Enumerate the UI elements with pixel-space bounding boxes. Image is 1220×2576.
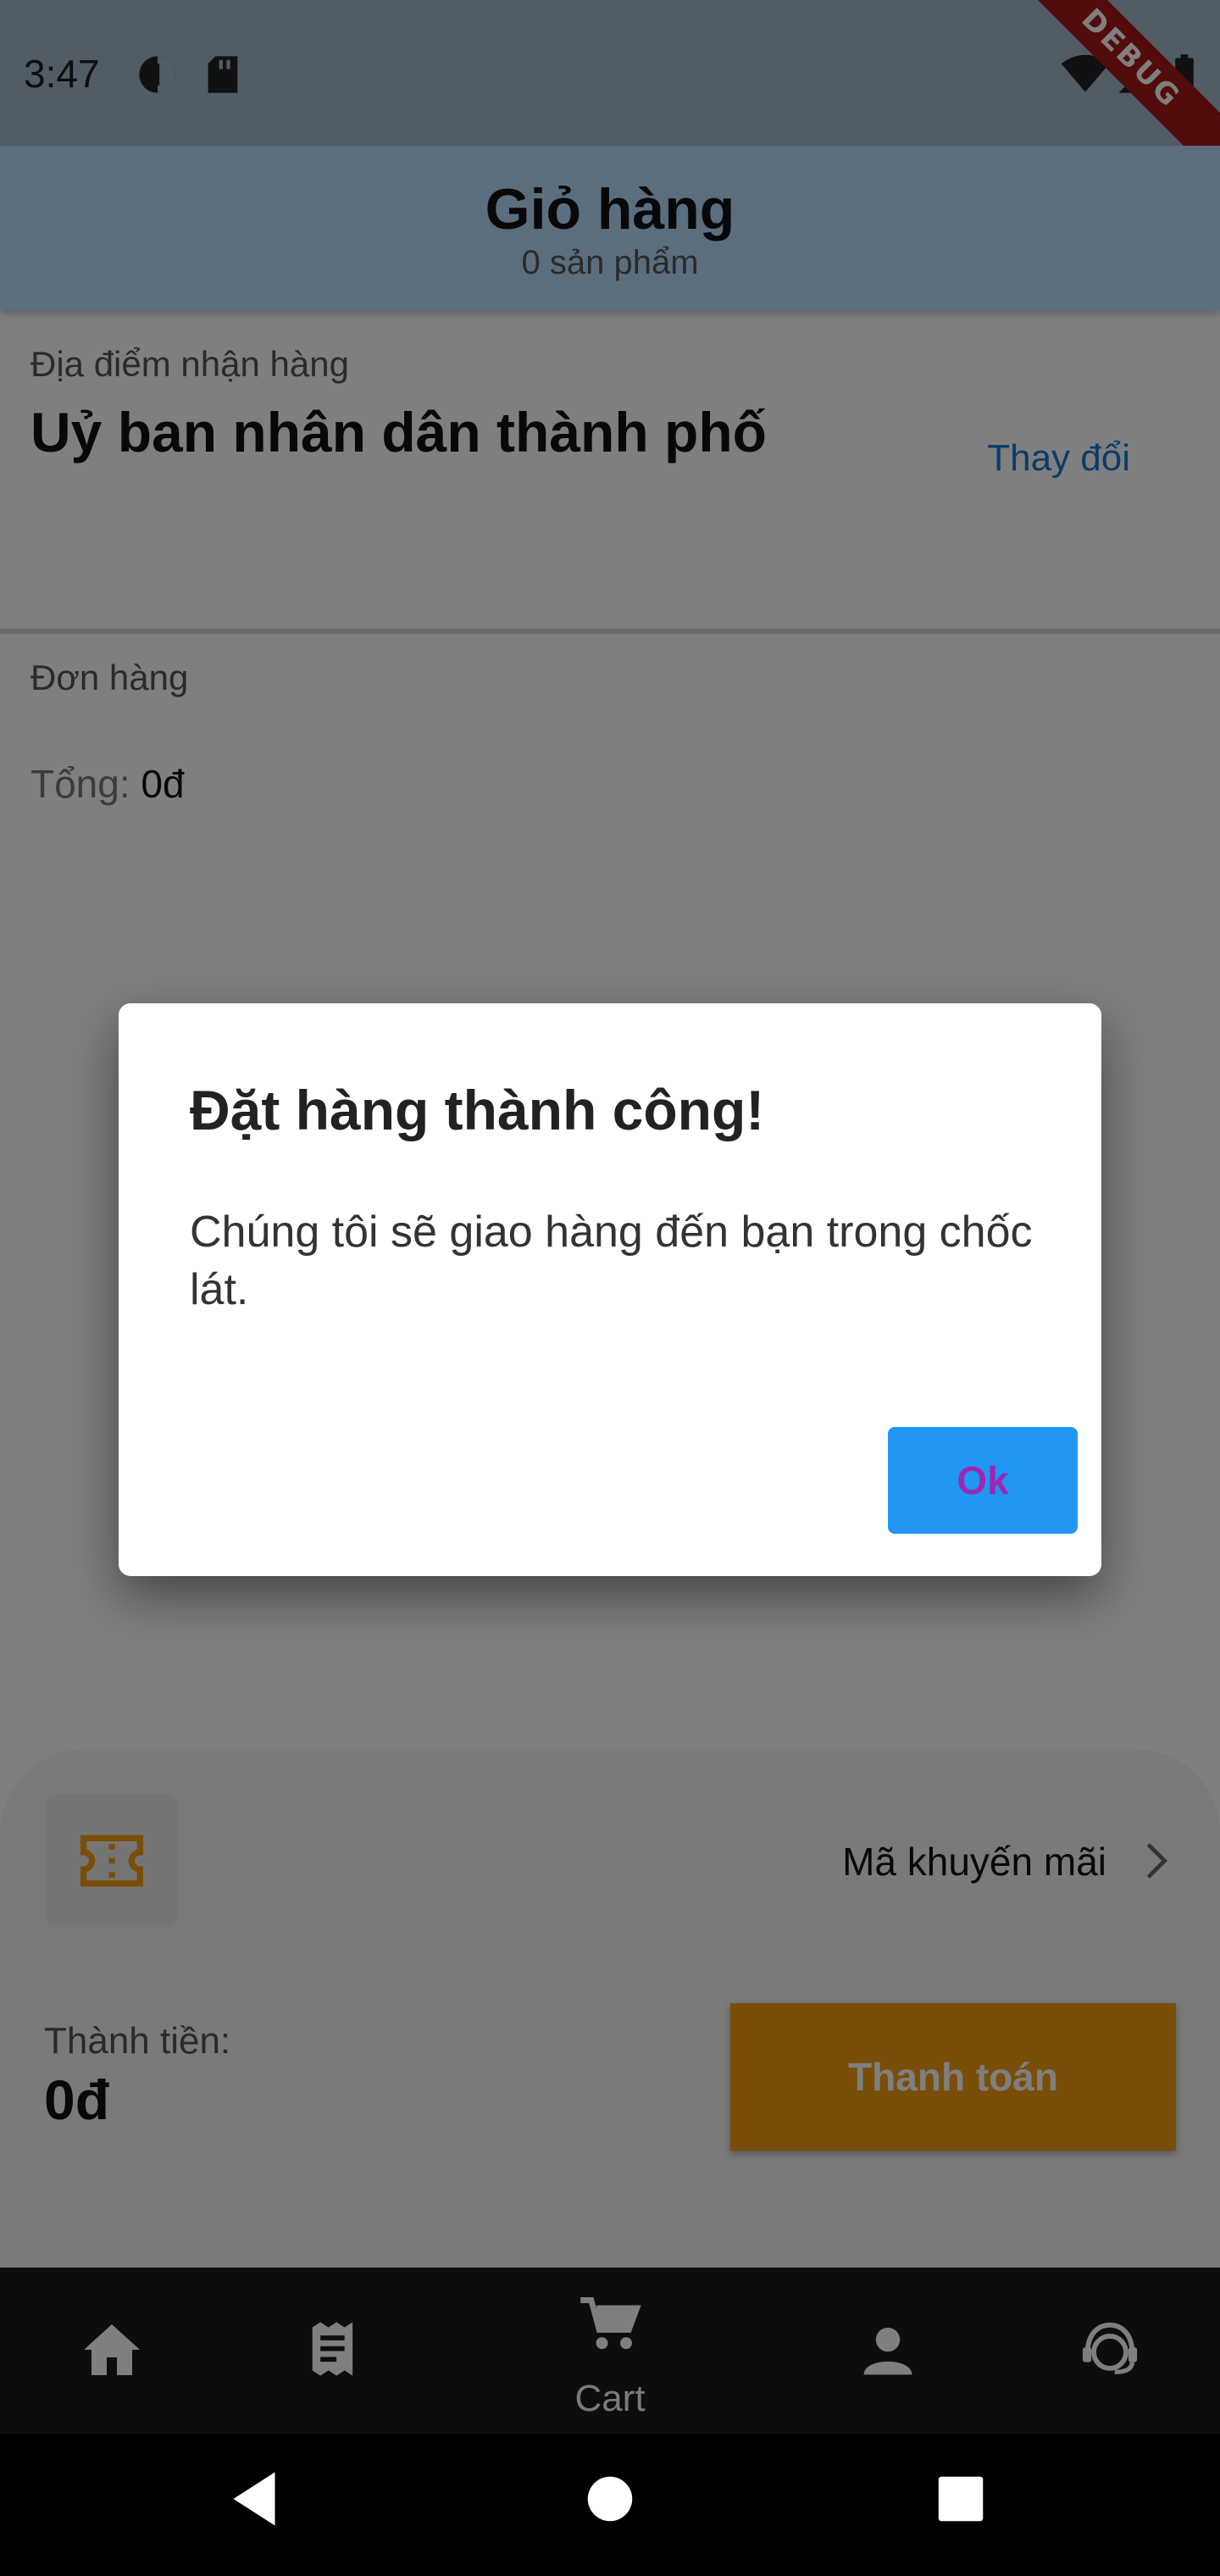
system-nav-bar	[0, 2434, 1220, 2576]
home-circle-icon[interactable]	[586, 2469, 634, 2533]
dialog-message: Chúng tôi sẽ giao hàng đến bạn trong chố…	[190, 1208, 1033, 1314]
dialog-title: Đặt hàng thành công!	[190, 1079, 765, 1141]
order-success-dialog: Đặt hàng thành công! Chúng tôi sẽ giao h…	[119, 1003, 1101, 1576]
ok-button[interactable]: Ok	[888, 1427, 1078, 1534]
recents-icon[interactable]	[937, 2469, 984, 2533]
back-icon[interactable]	[230, 2469, 278, 2533]
